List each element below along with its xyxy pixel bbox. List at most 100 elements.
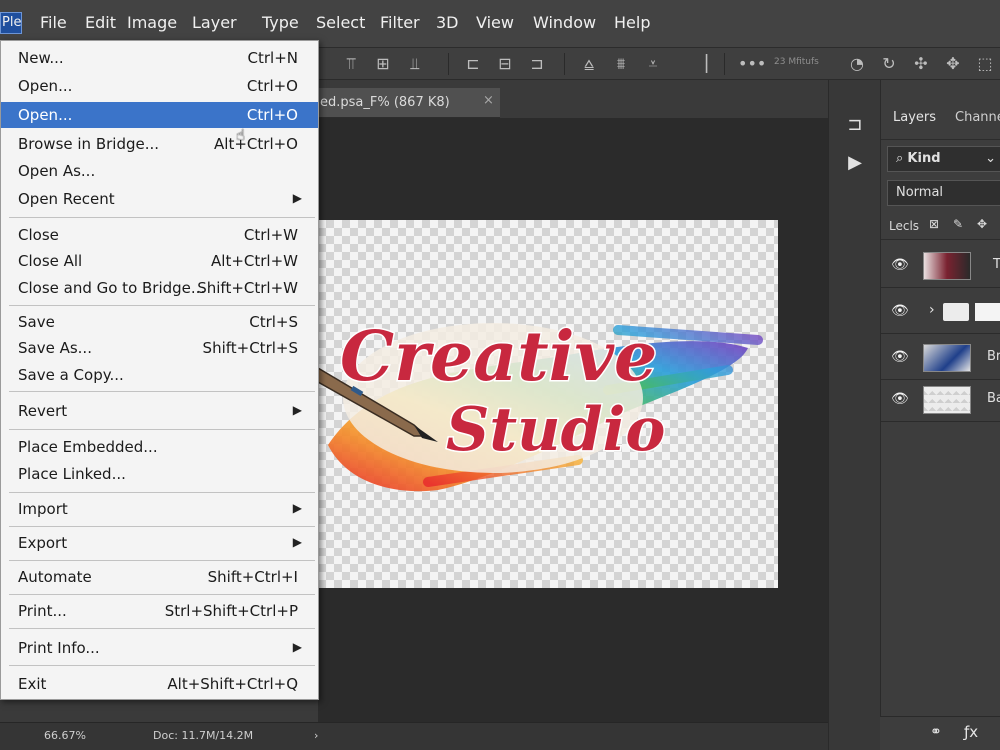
more-options-icon[interactable]: •••	[738, 53, 766, 75]
menu-item-print-info[interactable]: Print Info... ▶	[1, 635, 318, 661]
distribute-bottom-icon[interactable]: ⩡	[642, 53, 664, 75]
menu-item-close[interactable]: Close Ctrl+W	[1, 222, 318, 248]
layer-thumbnail	[923, 252, 971, 280]
canvas-area[interactable]: Creative Studio	[318, 118, 828, 722]
menu-item-close-all[interactable]: Close All Alt+Ctrl+W	[1, 248, 318, 274]
align-top-icon[interactable]: ⫪	[340, 53, 362, 75]
eye-icon[interactable]: 👁	[891, 391, 909, 407]
menu-divider	[9, 665, 315, 666]
layer-row[interactable]: 👁 Bru	[881, 336, 1000, 380]
lock-position-icon[interactable]: ✥	[977, 217, 987, 231]
properties-panel-icon[interactable]: ⊐	[843, 114, 867, 138]
menu-help[interactable]: Help	[614, 13, 650, 32]
panel-dock: ⊐ ▶	[828, 80, 880, 750]
blend-mode-select[interactable]: Normal	[887, 180, 1000, 206]
eye-icon[interactable]: 👁	[891, 257, 909, 273]
lock-brush-icon[interactable]: ✎	[953, 217, 963, 231]
align-center-icon[interactable]: ⊟	[494, 53, 516, 75]
submenu-arrow-icon: ▶	[292, 403, 302, 417]
artwork-line2: Studio	[446, 395, 665, 465]
file-menu-dropdown: New... Ctrl+N Open... Ctrl+O Open... Ctrl+O…	[0, 40, 319, 700]
divider	[448, 53, 449, 75]
menu-ps-logo[interactable]: Ple	[0, 12, 22, 34]
menu-divider	[9, 492, 315, 493]
distribute-top-icon[interactable]: ⩠	[578, 53, 600, 75]
submenu-arrow-icon: ▶	[292, 191, 302, 205]
menu-item-revert[interactable]: Revert ▶	[1, 398, 318, 424]
layer-name: Bru	[987, 349, 1000, 364]
layer-group-row[interactable]: 👁 ›	[881, 290, 1000, 334]
layer-effects-icon[interactable]: ƒx	[964, 723, 978, 741]
menu-item-browse-in-bridge[interactable]: Browse in Bridge... Alt+Ctrl+O	[1, 131, 318, 157]
chevron-right-icon[interactable]: ›	[929, 302, 935, 318]
menu-window[interactable]: Window	[533, 13, 596, 32]
menu-item-open-highlighted[interactable]: Open... Ctrl+O	[1, 102, 318, 128]
link-layers-icon[interactable]: ⚭	[930, 724, 942, 740]
align-left-icon[interactable]: ⊏	[462, 53, 484, 75]
menu-item-open-as[interactable]: Open As...	[1, 158, 318, 184]
menu-type[interactable]: Type	[262, 13, 299, 32]
lock-transparency-icon[interactable]: ⊠	[929, 217, 939, 231]
menu-item-place-embedded[interactable]: Place Embedded...	[1, 434, 318, 460]
lock-row: Lecls ⊠ ✎ ✥	[881, 212, 1000, 240]
status-menu-arrow[interactable]: ›	[314, 729, 318, 742]
menu-item-print[interactable]: Print... Strl+Shift+Ctrl+P	[1, 598, 318, 624]
menu-item-save[interactable]: Save Ctrl+S	[1, 309, 318, 335]
menu-divider	[9, 526, 315, 527]
menu-edit[interactable]: Edit	[85, 13, 116, 32]
menu-item-automate[interactable]: Automate Shift+Ctrl+I	[1, 564, 318, 590]
layer-group-thumbnail	[975, 303, 1000, 321]
eye-icon[interactable]: 👁	[891, 349, 909, 365]
menu-item-new[interactable]: New... Ctrl+N	[1, 45, 318, 71]
menu-item-export[interactable]: Export ▶	[1, 530, 318, 556]
menu-layer[interactable]: Layer	[192, 13, 237, 32]
submenu-arrow-icon: ▶	[292, 640, 302, 654]
menu-divider	[9, 628, 315, 629]
layer-filter-select[interactable]: ⌕ Kind ⌄	[887, 146, 1000, 172]
submenu-arrow-icon: ▶	[292, 535, 302, 549]
menu-item-open[interactable]: Open... Ctrl+O	[1, 73, 318, 99]
tab-layers[interactable]: Layers	[893, 110, 936, 125]
menu-item-place-linked[interactable]: Place Linked...	[1, 461, 318, 487]
document-tab[interactable]: ed.psa_F% (867 K8) ×	[318, 88, 500, 118]
layer-thumbnail	[923, 386, 971, 414]
layer-thumbnail	[923, 344, 971, 372]
eye-icon[interactable]: 👁	[891, 303, 909, 319]
menu-item-save-a-copy[interactable]: Save a Copy...	[1, 362, 318, 388]
align-right-icon[interactable]: ⊐	[526, 53, 548, 75]
menu-select[interactable]: Select	[316, 13, 365, 32]
align-middle-icon[interactable]: ⊞	[372, 53, 394, 75]
menu-view[interactable]: View	[476, 13, 514, 32]
tab-channels[interactable]: Channe	[955, 110, 1000, 125]
zoom-level[interactable]: 66.67%	[44, 729, 86, 742]
menu-image[interactable]: Image	[127, 13, 177, 32]
menu-item-close-and-go-to-bridge[interactable]: Close and Go to Bridge... Shift+Ctrl+W	[1, 275, 318, 301]
align-bottom-icon[interactable]: ⫫	[404, 53, 426, 75]
menu-filter[interactable]: Filter	[380, 13, 420, 32]
menu-3d[interactable]: 3D	[436, 13, 459, 32]
3d-slide-icon[interactable]: ✥	[942, 53, 964, 75]
mouse-cursor-icon: ☝	[236, 126, 246, 144]
artwork-line1: Creative	[340, 317, 657, 397]
menu-file[interactable]: File	[40, 13, 67, 32]
menu-item-import[interactable]: Import ▶	[1, 496, 318, 522]
menu-item-save-as[interactable]: Save As... Shift+Ctrl+S	[1, 335, 318, 361]
layer-row[interactable]: 👁 T	[881, 244, 1000, 288]
divider	[724, 53, 725, 75]
artwork-logo: Creative Studio	[318, 316, 763, 492]
3d-roll-icon[interactable]: ↻	[878, 53, 900, 75]
document-tab-title: ed.psa_F% (867 K8)	[320, 95, 450, 110]
menu-item-exit[interactable]: Exit Alt+Shift+Ctrl+Q	[1, 671, 318, 697]
close-icon[interactable]: ×	[483, 93, 494, 108]
artboard[interactable]: Creative Studio	[318, 220, 778, 588]
3d-scale-icon[interactable]: ⬚	[974, 53, 996, 75]
3d-rotate-icon[interactable]: ◔	[846, 53, 868, 75]
distribute-horizontal-icon[interactable]: ▕	[690, 53, 712, 75]
play-actions-icon[interactable]: ▶	[843, 152, 867, 176]
search-icon: ⌕	[896, 151, 908, 166]
filter-label: Kind	[907, 151, 941, 166]
layer-row[interactable]: 👁 Ba	[881, 378, 1000, 422]
menu-item-open-recent[interactable]: Open Recent ▶	[1, 186, 318, 212]
3d-pan-icon[interactable]: ✣	[910, 53, 932, 75]
distribute-middle-icon[interactable]: ⩩	[610, 53, 632, 75]
